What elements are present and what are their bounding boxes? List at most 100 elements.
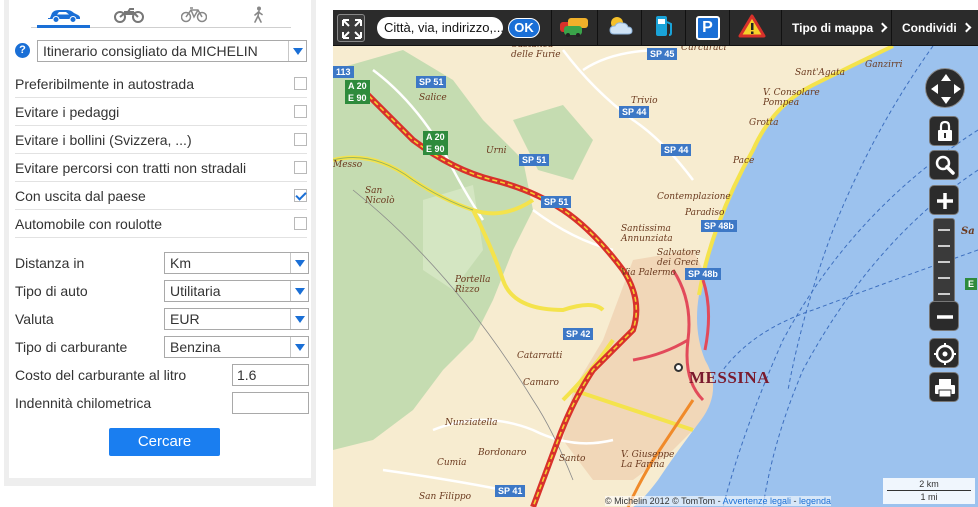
- option-checkbox[interactable]: [294, 133, 307, 146]
- road-shield: 113: [333, 66, 354, 78]
- map-scale: 2 km 1 mi: [883, 478, 975, 504]
- zoom-tick: [938, 277, 950, 279]
- option-checkbox[interactable]: [294, 161, 307, 174]
- route-options-inner: ? Itinerario consigliato da MICHELIN Pre…: [9, 0, 311, 478]
- lock-icon: [930, 120, 960, 151]
- tab-motorcycle[interactable]: [96, 2, 161, 27]
- city-label[interactable]: MESSINA: [689, 368, 770, 388]
- place-label: Bordonaro: [478, 448, 527, 458]
- trip-settings: Distanza in Km Tipo di auto Utilitaria V…: [15, 252, 309, 420]
- bicycle-icon: [180, 6, 207, 23]
- parking-button[interactable]: P: [685, 10, 729, 46]
- option-avoid-tolls: Evitare i pedaggi: [15, 98, 307, 126]
- legal-notice-link[interactable]: Avvertenze legali: [723, 496, 791, 506]
- help-icon[interactable]: ?: [15, 43, 30, 58]
- map-view[interactable]: Castaneadelle FurieCurcuraciSaliceSant'A…: [333, 10, 978, 507]
- place-label: Cumia: [437, 458, 467, 468]
- weather-button[interactable]: [597, 10, 641, 46]
- fuel-cost-input[interactable]: 1.6: [232, 364, 309, 386]
- place-label: San Nicolò: [365, 186, 395, 206]
- app-root: ? Itinerario consigliato da MICHELIN Pre…: [0, 0, 978, 507]
- road-shield: SP 45: [647, 48, 678, 60]
- fullscreen-button[interactable]: [337, 14, 365, 42]
- place-label: Camaro: [523, 378, 559, 388]
- road-shield: SP 42: [563, 328, 594, 340]
- road-shield: E 90: [345, 92, 370, 104]
- minus-icon: [930, 315, 960, 336]
- locate-button[interactable]: [929, 338, 959, 368]
- road-shield: E: [965, 278, 978, 290]
- zoom-tick: [938, 293, 950, 295]
- share-menu[interactable]: Condividi: [891, 10, 978, 46]
- scale-km: 2 km: [919, 479, 939, 489]
- currency-select[interactable]: EUR: [164, 308, 309, 330]
- copyright-text: © Michelin 2012 © TomTom -: [605, 496, 723, 506]
- map-search-ok-button[interactable]: OK: [508, 18, 540, 38]
- place-label: Ganzirri: [865, 60, 903, 70]
- lock-button[interactable]: [929, 116, 959, 146]
- pan-control[interactable]: [925, 68, 965, 108]
- car-icon: [47, 7, 81, 23]
- road-shield: SP 51: [519, 154, 550, 166]
- option-avoid-vignettes: Evitare i bollini (Svizzera, ...): [15, 126, 307, 154]
- fuel-station-button[interactable]: [641, 10, 685, 46]
- place-label: Sant'Agata: [795, 68, 846, 78]
- incidents-button[interactable]: [729, 10, 773, 46]
- car-type-row: Tipo di auto Utilitaria: [15, 280, 309, 308]
- mileage-input[interactable]: [232, 392, 309, 414]
- zoom-area-button[interactable]: [929, 150, 959, 180]
- place-label: Santissima Annunziata: [621, 224, 673, 244]
- place-label: Nunziatella: [445, 418, 498, 428]
- option-checkbox[interactable]: [294, 77, 307, 90]
- place-label: Urni: [486, 146, 507, 156]
- share-label: Condividi: [902, 21, 957, 35]
- tab-pedestrian[interactable]: [226, 2, 291, 27]
- distance-select[interactable]: Km: [164, 252, 309, 274]
- map-copyright: © Michelin 2012 © TomTom - Avvertenze le…: [605, 496, 832, 506]
- road-shield: A 20: [345, 80, 370, 92]
- legend-link[interactable]: legenda: [799, 496, 831, 506]
- pedestrian-icon: [252, 6, 266, 24]
- fuel-station-icon: [653, 13, 675, 44]
- pan-arrows-icon: [926, 74, 966, 113]
- search-button[interactable]: Cercare: [109, 428, 220, 456]
- zoom-slider[interactable]: [933, 218, 955, 306]
- place-label: Via Palermo: [621, 268, 676, 278]
- car-type-label: Tipo di auto: [15, 283, 88, 299]
- fuel-type-select[interactable]: Benzina: [164, 336, 309, 358]
- city-marker-icon[interactable]: [674, 363, 683, 372]
- warning-icon: [738, 14, 766, 43]
- map-type-menu[interactable]: Tipo di mappa: [781, 10, 891, 46]
- zoom-out-button[interactable]: [929, 301, 959, 331]
- place-label: V. Giuseppe La Farina: [621, 450, 675, 470]
- tab-car[interactable]: [31, 2, 96, 28]
- place-label: Trivio: [631, 96, 658, 106]
- place-label: Paradiso: [685, 208, 725, 218]
- tab-bicycle[interactable]: [161, 2, 226, 27]
- chevron-down-icon: [290, 309, 308, 329]
- option-exit-country: Con uscita dal paese: [15, 182, 307, 210]
- traffic-button[interactable]: [551, 10, 595, 46]
- distance-row: Distanza in Km: [15, 252, 309, 280]
- option-checkbox[interactable]: [294, 217, 307, 230]
- road-shield: SP 44: [619, 106, 650, 118]
- printer-icon: [930, 379, 960, 407]
- distance-value: Km: [170, 255, 191, 271]
- currency-row: Valuta EUR: [15, 308, 309, 336]
- road-shield: A 20: [423, 131, 448, 143]
- car-type-select[interactable]: Utilitaria: [164, 280, 309, 302]
- option-checkbox[interactable]: [294, 105, 307, 118]
- zoom-in-button[interactable]: [929, 185, 959, 215]
- road-shield: SP 41: [495, 485, 526, 497]
- route-type-select[interactable]: Itinerario consigliato da MICHELIN: [37, 40, 307, 62]
- road-shield: SP 51: [541, 196, 572, 208]
- print-button[interactable]: [929, 372, 959, 402]
- option-checkbox[interactable]: [294, 189, 307, 202]
- route-type-row: ? Itinerario consigliato da MICHELIN: [15, 40, 307, 62]
- option-label: Evitare percorsi con tratti non stradali: [15, 160, 247, 176]
- map-search-input[interactable]: Città, via, indirizzo,...: [377, 17, 503, 39]
- chevron-down-icon: [290, 281, 308, 301]
- route-type-value: Itinerario consigliato da MICHELIN: [43, 43, 258, 59]
- place-label: Salvatore dei Greci: [657, 248, 701, 268]
- place-label: Catarratti: [517, 351, 563, 361]
